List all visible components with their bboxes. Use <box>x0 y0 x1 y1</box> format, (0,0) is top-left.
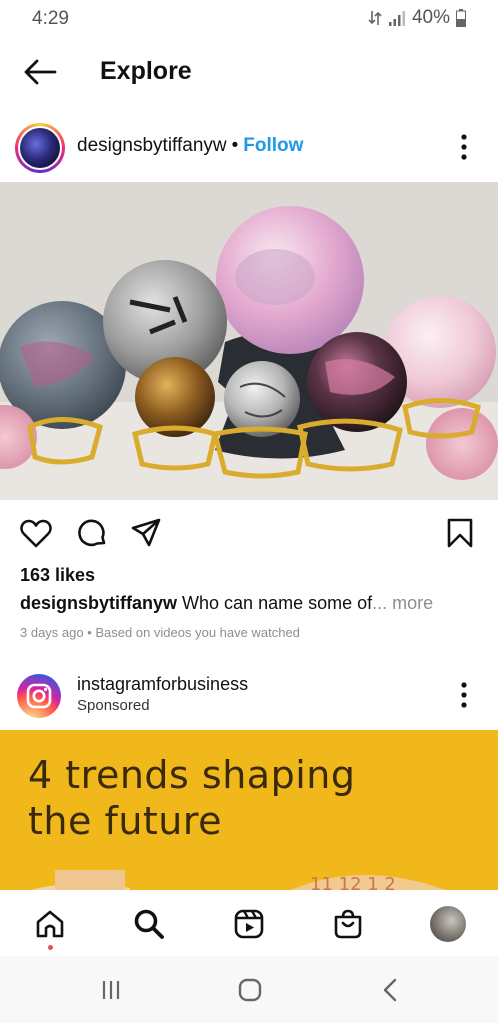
ad-banner[interactable]: 4 trends shaping the future 11 12 1 2 <box>0 730 498 890</box>
ad-header: instagramforbusiness Sponsored <box>0 668 498 724</box>
post-meta: 3 days ago • Based on videos you have wa… <box>20 625 300 640</box>
reels-icon <box>234 909 264 939</box>
status-time: 4:29 <box>32 8 69 29</box>
post-more-button[interactable] <box>450 129 478 165</box>
comment-icon <box>78 519 106 547</box>
post-author-avatar[interactable] <box>15 123 65 173</box>
comment-button[interactable] <box>74 514 110 552</box>
shop-icon <box>334 909 362 939</box>
more-vertical-icon <box>461 682 467 708</box>
status-bar: 4:29 40% <box>0 0 498 40</box>
signal-icon <box>388 11 405 26</box>
back-button[interactable] <box>20 54 60 90</box>
ad-clock-illustration: 11 12 1 2 <box>30 870 446 890</box>
bottom-nav <box>0 890 498 954</box>
instagram-logo-icon <box>26 683 52 709</box>
ad-more-button[interactable] <box>450 677 478 713</box>
nav-shop[interactable] <box>328 904 368 944</box>
status-icons: 40% <box>368 7 466 29</box>
arrow-left-icon <box>24 59 57 85</box>
caption-text: Who can name some of <box>177 593 373 613</box>
home-notification-dot <box>48 945 53 950</box>
like-button[interactable] <box>18 514 54 552</box>
avatar-frame <box>18 126 62 170</box>
svg-text:11 12 1 2: 11 12 1 2 <box>310 874 396 890</box>
bookmark-icon <box>447 518 473 548</box>
profile-avatar <box>430 906 466 942</box>
ad-account-name[interactable]: instagramforbusiness <box>77 674 248 695</box>
nav-reels[interactable] <box>229 904 269 944</box>
ad-headline-line2: the future <box>28 799 223 843</box>
page-title: Explore <box>100 57 192 85</box>
ad-headline: 4 trends shaping the future <box>28 752 355 844</box>
crystal-spheres-illustration <box>0 182 498 500</box>
recents-icon <box>102 981 120 999</box>
share-button[interactable] <box>128 514 164 552</box>
caption-more-link[interactable]: ... more <box>372 593 433 613</box>
caption-username[interactable]: designsbytiffanyw <box>20 593 177 613</box>
sponsored-label: Sponsored <box>77 697 150 714</box>
nav-home[interactable] <box>30 904 70 944</box>
post-author-row: designsbytiffanyw • Follow <box>77 135 303 157</box>
send-icon <box>131 518 161 547</box>
post-actions <box>0 514 498 554</box>
save-button[interactable] <box>442 514 478 552</box>
more-vertical-icon <box>461 134 467 160</box>
battery-percent: 40% <box>411 7 450 28</box>
recents-button[interactable] <box>91 974 131 1006</box>
battery-icon <box>456 9 466 27</box>
back-system-button[interactable] <box>370 974 410 1006</box>
post-username[interactable]: designsbytiffanyw <box>77 135 227 157</box>
nav-profile[interactable] <box>428 904 468 944</box>
data-transfer-icon <box>368 11 382 25</box>
nav-search[interactable] <box>129 904 169 944</box>
separator-dot: • <box>231 135 239 156</box>
ad-headline-line1: 4 trends shaping <box>28 753 356 797</box>
system-navigation-bar <box>0 956 498 1023</box>
heart-icon <box>20 519 52 548</box>
back-chevron-icon <box>383 978 397 1002</box>
top-bar: Explore <box>0 44 498 100</box>
instagram-logo-avatar[interactable] <box>17 674 61 718</box>
post-image[interactable] <box>0 182 498 500</box>
post-header: designsbytiffanyw • Follow <box>0 118 498 176</box>
likes-count[interactable]: 163 likes <box>20 565 95 586</box>
post-caption: designsbytiffanyw Who can name some of..… <box>20 593 433 614</box>
follow-button[interactable]: Follow <box>243 135 303 157</box>
search-icon <box>134 909 164 939</box>
home-icon <box>36 910 64 938</box>
avatar-image <box>20 128 60 168</box>
home-circle-icon <box>238 978 262 1002</box>
home-system-button[interactable] <box>230 974 270 1006</box>
